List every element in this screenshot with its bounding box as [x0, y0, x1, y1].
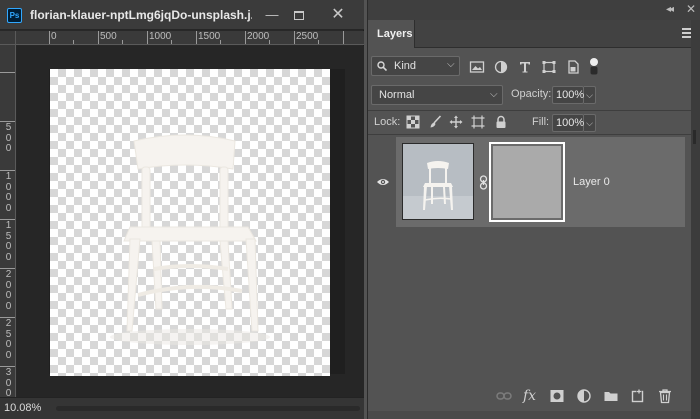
document-statusbar: 10.08%: [0, 397, 364, 419]
new-group-icon[interactable]: [603, 388, 619, 404]
ruler-label: 2500: [296, 31, 319, 42]
lock-artboard-icon[interactable]: [471, 115, 485, 129]
maximize-button[interactable]: [287, 5, 311, 25]
tab-layers[interactable]: Layers: [368, 20, 415, 48]
blend-mode-value: Normal: [379, 89, 415, 101]
ruler-minor-tick: [171, 40, 172, 44]
image-overlay: [50, 69, 330, 376]
ruler-label: 0: [51, 31, 57, 42]
layer-row[interactable]: Layer 0: [396, 137, 685, 227]
ruler-tick: [196, 31, 197, 44]
fill-label: Fill:: [532, 116, 550, 128]
opacity-dropdown-arrow[interactable]: ⌵: [584, 86, 596, 104]
layer-style-icon[interactable]: fx: [523, 388, 539, 404]
ruler-minor-tick: [318, 40, 319, 44]
layers-panel: ◂◂ ✕ Layers Kind ⌵ Normal ⌵ Opacity: 100…: [367, 0, 700, 419]
ruler-minor-tick: [122, 40, 123, 44]
ruler-label: 5 0 0: [5, 122, 12, 154]
adjustment-filter-icon[interactable]: [493, 60, 509, 74]
minimize-button[interactable]: —: [260, 5, 284, 25]
ruler-minor-tick: [220, 40, 221, 44]
ruler-tick: [0, 268, 15, 269]
layer-mask-thumbnail[interactable]: [489, 142, 565, 222]
layer-thumbnail[interactable]: [402, 143, 474, 220]
type-filter-icon[interactable]: [517, 60, 533, 74]
ruler-label: 1000: [149, 31, 172, 42]
fill-dropdown-arrow[interactable]: ⌵: [584, 114, 596, 132]
collapse-panels-icon[interactable]: ◂◂: [666, 4, 674, 15]
image-canvas[interactable]: [50, 69, 330, 376]
ruler-tick: [0, 366, 15, 367]
ruler-tick: [0, 121, 15, 122]
blend-mode-select[interactable]: Normal ⌵: [371, 85, 503, 105]
ruler-tick: [49, 31, 50, 44]
ruler-tick: [0, 170, 15, 171]
ruler-minor-tick: [269, 40, 270, 44]
ruler-label: 3 0 0 0: [5, 367, 12, 397]
new-layer-icon[interactable]: [630, 388, 646, 404]
ruler-label: 2 5 0 0: [5, 318, 12, 361]
eye-icon: [377, 179, 389, 185]
zoom-level[interactable]: 10.08%: [4, 401, 52, 416]
lock-label: Lock:: [374, 116, 401, 128]
mask-fill: [493, 146, 561, 218]
ruler-tick: [0, 72, 15, 73]
search-icon: [377, 61, 387, 71]
lock-position-icon[interactable]: [449, 115, 463, 129]
close-panel-icon[interactable]: ✕: [686, 2, 696, 16]
ruler-label: 1 5 0 0: [5, 220, 12, 263]
document-titlebar[interactable]: Ps florian-klauer-nptLmg6jqDo-unsplash.j…: [0, 0, 364, 30]
mask-link-icon[interactable]: [479, 175, 488, 190]
opacity-field[interactable]: 100%: [552, 86, 584, 104]
image-filter-icon[interactable]: [469, 60, 485, 74]
lock-image-pixels-icon[interactable]: [428, 115, 442, 129]
panel-tab-row: Layers: [368, 20, 700, 48]
ruler-label: 500: [100, 31, 117, 42]
maximize-icon: [294, 11, 304, 21]
layer-filter-row: Kind ⌵: [368, 49, 700, 83]
ruler-label: 1500: [198, 31, 221, 42]
ruler-label: 2000: [247, 31, 270, 42]
ruler-origin[interactable]: [0, 31, 16, 45]
filter-kind-select[interactable]: Kind ⌵: [371, 56, 460, 76]
document-window: Ps florian-klauer-nptLmg6jqDo-unsplash.j…: [0, 0, 364, 419]
opacity-label: Opacity:: [511, 88, 552, 100]
ruler-tick: [343, 31, 344, 44]
vertical-ruler[interactable]: 5 0 0 1 0 0 0 1 5 0 0 2 0 0 0 2 5 0 0 3 …: [0, 45, 16, 397]
filter-kind-label: Kind: [394, 60, 417, 72]
link-layers-icon[interactable]: [496, 388, 512, 404]
ruler-label: 2 0 0 0: [5, 269, 12, 312]
smart-object-filter-icon[interactable]: [565, 60, 581, 74]
ruler-tick: [147, 31, 148, 44]
filter-toggle-icon[interactable]: [589, 57, 599, 77]
ruler-minor-tick: [73, 40, 74, 44]
close-button[interactable]: ✕: [326, 5, 350, 25]
chevron-down-icon: ⌵: [447, 59, 455, 70]
ruler-tick: [0, 219, 15, 220]
photoshop-app-icon: Ps: [7, 8, 22, 23]
dock-grip[interactable]: [693, 130, 696, 144]
lock-transparent-pixels-icon[interactable]: [406, 115, 420, 129]
layer-visibility-cell[interactable]: [368, 137, 396, 227]
ruler-label: 1 0 0 0: [5, 171, 12, 214]
chair-thumbnail-image: [403, 144, 473, 219]
add-mask-icon[interactable]: [549, 388, 565, 404]
fill-field[interactable]: 100%: [552, 114, 584, 132]
document-title: florian-klauer-nptLmg6jqDo-unsplash.j...: [30, 8, 252, 22]
panel-header-bar[interactable]: ◂◂ ✕: [368, 0, 700, 20]
horizontal-scrollbar[interactable]: [56, 406, 360, 411]
panel-bottom-bar: [368, 411, 700, 419]
panel-dock-edge[interactable]: [691, 20, 700, 419]
adjustment-layer-icon[interactable]: [576, 388, 592, 404]
ruler-tick: [0, 317, 15, 318]
chevron-down-icon: ⌵: [490, 89, 498, 100]
layer-name[interactable]: Layer 0: [573, 176, 633, 189]
lock-all-icon[interactable]: [494, 115, 508, 129]
horizontal-ruler[interactable]: 0 500 1000 1500 2000 2500: [16, 31, 364, 45]
ruler-tick: [98, 31, 99, 44]
delete-layer-icon[interactable]: [657, 388, 673, 404]
ruler-tick: [294, 31, 295, 44]
shape-filter-icon[interactable]: [541, 60, 557, 74]
ruler-tick: [245, 31, 246, 44]
